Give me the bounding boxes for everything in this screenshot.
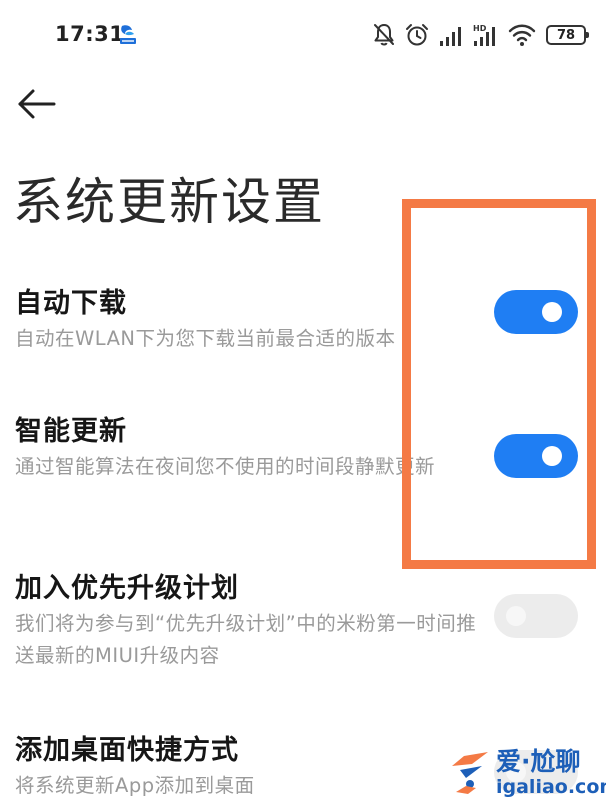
setting-description: 我们将为参与到“优先升级计划”中的米粉第一时间推送最新的MIUI升级内容: [15, 612, 477, 667]
status-bar: 17:31 HD 78: [0, 0, 606, 70]
alarm-icon: [406, 24, 428, 46]
signal-icon: [440, 27, 461, 46]
status-time: 17:31: [55, 22, 125, 46]
watermark: 爱·尬聊 igaliao.com: [448, 740, 606, 811]
watermark-url: igaliao.com: [496, 776, 606, 798]
priority-upgrade-toggle[interactable]: [494, 594, 578, 638]
watermark-title: 爱·尬聊: [496, 747, 581, 776]
page-title: 系统更新设置: [13, 173, 325, 231]
setting-title: 自动下载: [15, 288, 127, 319]
svg-text:HD: HD: [473, 24, 487, 33]
setting-title: 智能更新: [15, 416, 127, 447]
battery-indicator: 78: [546, 25, 589, 45]
mute-bell-icon: [374, 24, 394, 46]
toggle-knob: [506, 606, 526, 626]
setting-title: 添加桌面快捷方式: [15, 735, 239, 766]
wifi-icon: [508, 24, 536, 46]
hd-signal-icon: HD: [473, 24, 495, 46]
arrow-left-icon: [18, 89, 56, 119]
setting-description: 将系统更新App添加到桌面: [15, 774, 255, 797]
status-icons: HD 78: [372, 20, 589, 50]
setting-title: 加入优先升级计划: [15, 573, 239, 604]
watermark-logo-icon: [452, 752, 488, 794]
baidu-netdisk-icon: [120, 25, 136, 44]
back-button[interactable]: [16, 84, 60, 124]
highlight-annotation-box: [402, 199, 596, 569]
